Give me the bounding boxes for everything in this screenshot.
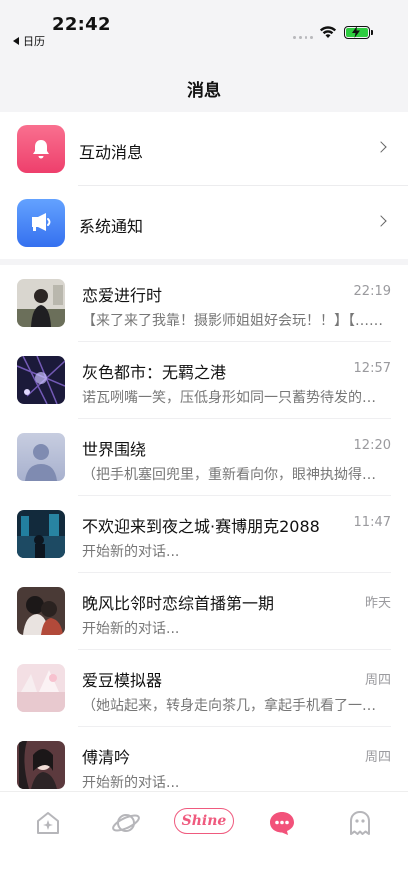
conversation-item[interactable]: 世界围绕 12:20 （把手机塞回兜里，重新看向你，眼神执拗得…… [0,419,408,496]
conversation-name: 晚风比邻时恋综首播第一期 [82,594,275,613]
back-app-label: 日历 [23,35,45,48]
conversation-item[interactable]: 不欢迎来到夜之城·赛博朋克2088 11:47 开始新的对话... [0,496,408,573]
tab-profile[interactable] [338,806,382,840]
chevron-right-icon [375,215,387,227]
conversation-item[interactable]: 爱豆模拟器 周四 （她站起来，转身走向茶几，拿起手机看了一…… [0,650,408,727]
tab-explore[interactable] [104,806,148,840]
avatar [17,279,65,327]
interaction-icon-tile [17,125,65,173]
conversation-name: 傅清吟 [82,748,131,767]
conversation-name: 不欢迎来到夜之城·赛博朋克2088 [82,517,320,536]
system-notice-label: 系统通知 [79,217,144,236]
shine-tab-button[interactable]: Shine [174,808,234,834]
conversation-time: 周四 [364,673,391,688]
conversation-preview: 开始新的对话... [82,621,180,637]
nav-header: 消息 [0,52,408,112]
conversation-time: 昨天 [364,596,391,611]
conversation-preview: （她站起来，转身走向茶几，拿起手机看了一…… [82,698,388,714]
avatar [17,356,65,404]
megaphone-icon [32,213,51,231]
conversation-name: 恋爱进行时 [82,286,163,305]
conversation-item[interactable]: 灰色都市：无羁之港 12:57 诺瓦咧嘴一笑，压低身形如同一只蓄势待发的…… [0,342,408,419]
ghost-icon [350,811,370,835]
conversation-time: 11:47 [353,515,391,530]
home-sparkle-icon [37,812,59,834]
tab-home[interactable] [26,806,70,840]
chevron-right-icon [375,141,387,153]
avatar [17,510,65,558]
bell-icon [33,140,49,159]
conversation-time: 12:20 [353,438,391,453]
conversation-time: 22:19 [353,284,391,299]
conversation-time: 周四 [364,750,391,765]
conversation-preview: 【来了来了我靠！摄影师姐姐好会玩！！】【…… [82,313,383,329]
conversation-name: 灰色都市：无羁之港 [82,363,227,382]
wifi-icon [319,26,337,38]
system-notice-row[interactable]: 系统通知 [0,186,408,259]
interaction-messages-row[interactable]: 互动消息 [0,112,408,185]
conversation-time: 12:57 [353,361,391,376]
system-section: 互动消息 系统通知 [0,112,408,259]
tab-bar: Shine [0,791,408,883]
conversation-item[interactable]: 恋爱进行时 22:19 【来了来了我靠！摄影师姐姐好会玩！！】【…… [0,265,408,342]
conversation-name: 爱豆模拟器 [82,671,163,690]
planet-icon [112,814,140,832]
conversation-name: 世界围绕 [82,440,147,459]
avatar-placeholder-icon [17,433,65,481]
conversation-item[interactable]: 傅清吟 周四 开始新的对话... [0,727,408,791]
messages-icon [270,812,294,835]
tab-messages[interactable] [260,806,304,840]
conversation-preview: 开始新的对话... [82,544,180,560]
interaction-messages-label: 互动消息 [79,143,144,162]
home-indicator [137,870,271,875]
avatar [17,741,65,789]
page-title: 消息 [187,81,221,101]
battery-charging-icon [344,26,373,39]
conversation-preview: （把手机塞回兜里，重新看向你，眼神执拗得…… [82,467,388,483]
status-time: 22:42 [52,14,111,35]
conversation-preview: 诺瓦咧嘴一笑，压低身形如同一只蓄势待发的…… [82,390,388,406]
conversation-preview: 开始新的对话... [82,775,180,791]
conversation-list: 恋爱进行时 22:19 【来了来了我靠！摄影师姐姐好会玩！！】【…… 灰色都市：… [0,265,408,791]
conversation-item[interactable]: 晚风比邻时恋综首播第一期 昨天 开始新的对话... [0,573,408,650]
back-triangle-icon [13,37,19,45]
notice-icon-tile [17,199,65,247]
avatar [17,587,65,635]
avatar [17,664,65,712]
back-to-app-link[interactable]: 日历 [13,33,45,49]
status-bar: 22:42 日历 [0,0,408,52]
signal-icon [293,36,313,40]
